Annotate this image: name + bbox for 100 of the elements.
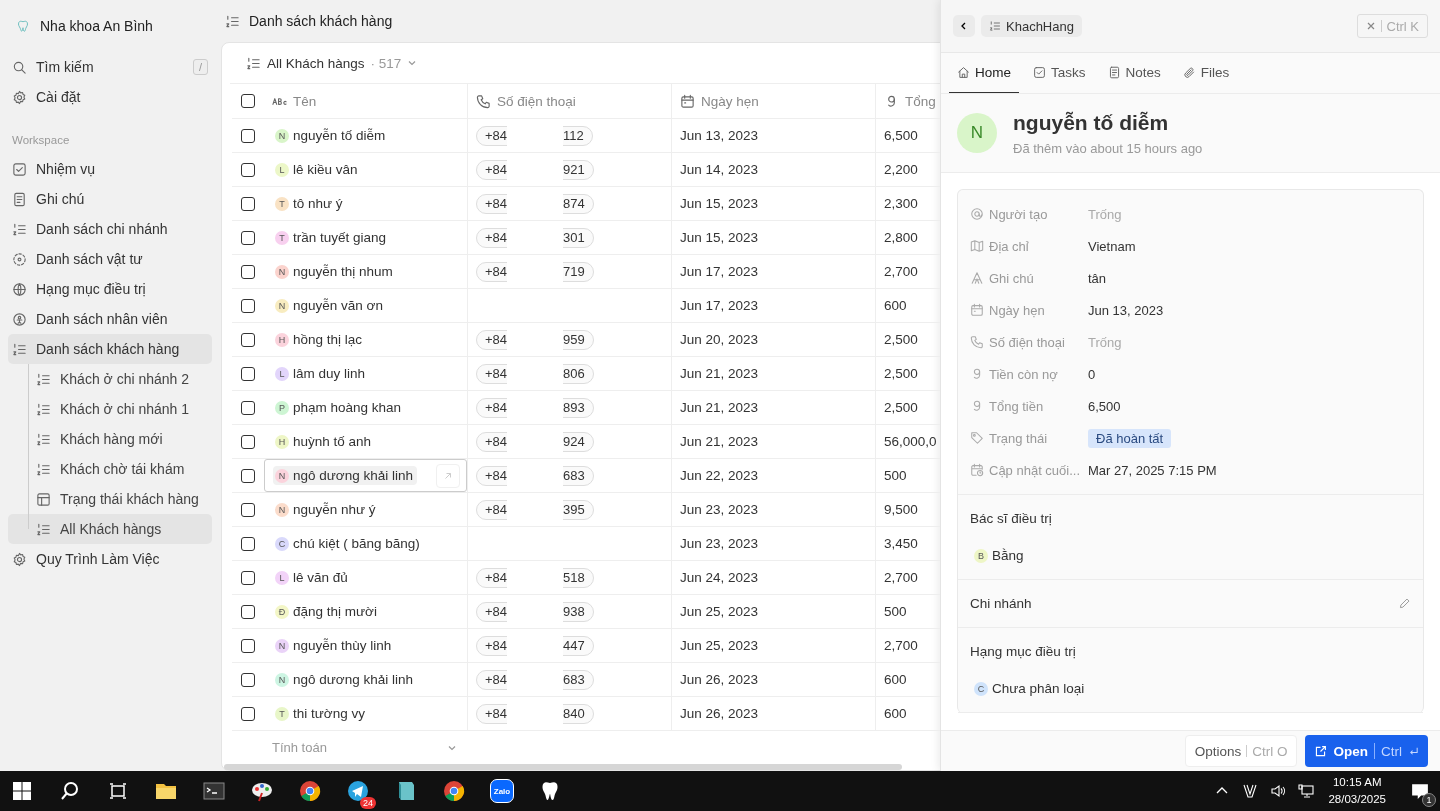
name-cell[interactable]: N nguyễn thùy linh [264,629,467,662]
sidebar-item[interactable]: Nhiệm vụ [8,154,212,184]
checkbox[interactable] [241,332,255,347]
column-header[interactable]: Số điện thoại [468,84,672,118]
volume-icon[interactable] [1270,783,1287,799]
name-cell[interactable]: N nguyễn văn ơn [264,289,467,322]
checkbox[interactable] [241,162,255,177]
related-record-chip[interactable]: C Chưa phân loại [970,681,1089,696]
field-value[interactable]: 6,500 [1088,398,1121,414]
notification-count: 1 [1422,793,1436,807]
name-cell[interactable]: N nguyễn tố diễm [264,119,467,152]
field-value[interactable]: Vietnam [1088,238,1136,254]
sidebar-item[interactable]: Danh sách vật tư [8,244,212,274]
checkbox[interactable] [241,298,255,313]
checkbox[interactable] [241,196,255,211]
checkbox[interactable] [241,672,255,687]
sidebar-item[interactable]: Trạng thái khách hàng [28,484,212,514]
task-view-icon[interactable] [108,781,128,801]
checkbox[interactable] [241,128,255,143]
calendar-icon [970,303,984,317]
checkbox[interactable] [241,230,255,245]
checkbox[interactable] [241,502,255,517]
name-cell[interactable]: Đ đặng thị mười [264,595,467,628]
column-header[interactable]: Tên [264,84,468,118]
checkbox[interactable] [241,468,255,483]
name-cell[interactable]: N ngô dương khải linh [264,459,467,492]
status-tag[interactable]: Đã hoàn tất [1088,428,1172,448]
field-value[interactable]: Mar 27, 2025 7:15 PM [1088,462,1217,478]
sidebar-item[interactable]: Danh sách nhân viên [8,304,212,334]
checkbox[interactable] [241,366,255,381]
tab[interactable]: Tasks [1025,53,1094,93]
v-logo-icon[interactable] [1242,783,1259,799]
field-value[interactable]: tân [1088,270,1107,286]
table-cell: Jun 21, 2023 [672,391,876,424]
view-selector[interactable]: All Khách hàngs · 517 [246,55,418,71]
checkbox[interactable] [241,706,255,721]
options-button[interactable]: Options Ctrl O [1184,735,1298,767]
workspace-name: Nha khoa An Bình [40,18,153,34]
checkbox[interactable] [241,264,255,279]
name-cell[interactable]: H hồng thị lạc [264,323,467,356]
sidebar-item[interactable]: Khách chờ tái khám [28,454,212,484]
tab[interactable]: Home [949,53,1019,93]
notification-icon[interactable] [1411,782,1429,800]
sidebar-item[interactable]: Ghi chú [8,184,212,214]
checkbox[interactable] [241,638,255,653]
sidebar-item[interactable]: Khách ở chi nhánh 2 [28,364,212,394]
name-cell[interactable]: N ngô dương khải linh [264,663,467,696]
name-cell[interactable]: N nguyễn như ý [264,493,467,526]
tab[interactable]: Notes [1099,53,1169,93]
sidebar-item[interactable]: Quy Trình Làm Việc [8,544,212,574]
name-cell[interactable]: T tô như ý [264,187,467,220]
sidebar-item[interactable]: Cài đặt [8,82,212,112]
column-header[interactable]: Tổng [876,84,940,118]
start-button[interactable] [12,781,32,801]
name-cell[interactable]: L lê văn đủ [264,561,467,594]
name-cell[interactable]: L lâm duy linh [264,357,467,390]
clock[interactable]: 10:15 AM 28/03/2025 [1328,774,1386,808]
sidebar-item[interactable]: Danh sách chi nhánh [8,214,212,244]
name-cell[interactable]: N nguyễn thị nhum [264,255,467,288]
sidebar-item[interactable]: Tìm kiếm / [8,52,212,82]
terminal-icon[interactable] [202,779,226,803]
network-icon[interactable] [1298,783,1315,799]
name-cell[interactable]: H huỳnh tố anh [264,425,467,458]
name-cell[interactable]: P phạm hoàng khan [264,391,467,424]
search-icon[interactable] [60,781,80,801]
name-cell[interactable]: C chú kiệt ( băng băng) [264,527,467,560]
open-button[interactable]: Open Ctrl [1305,735,1428,767]
scrollbar[interactable] [224,764,902,770]
checkbox[interactable] [241,400,255,415]
checkbox[interactable] [241,570,255,585]
sidebar-item[interactable]: Danh sách khách hàng [8,334,212,364]
sidebar-item[interactable]: All Khách hàngs [8,514,212,544]
chat-app-icon[interactable]: Zalo [490,779,514,803]
field-value[interactable]: 0 [1088,366,1096,382]
customer-name: hồng thị lạc [293,332,363,347]
browser-icon[interactable] [442,779,466,803]
related-record-chip[interactable]: B Bằng [970,548,1028,563]
record-subtitle: Đã thêm vào about 15 hours ago [1013,140,1203,156]
field-label: Số điện thoại [970,334,1088,350]
sidebar-item[interactable]: Khách ở chi nhánh 1 [28,394,212,424]
name-cell[interactable]: L lê kiều vân [264,153,467,186]
tab[interactable]: Files [1174,53,1238,93]
breadcrumb-button[interactable]: KhachHang [981,15,1082,37]
name-cell[interactable]: T thi tường vy [264,697,467,730]
checkbox[interactable] [241,434,255,449]
pencil-icon[interactable] [1398,597,1411,610]
checkbox[interactable] [241,604,255,619]
table-cell: Jun 21, 2023 [672,357,876,390]
column-header[interactable]: Ngày hẹn [672,84,876,118]
sidebar-item[interactable]: Hạng mục điều trị [8,274,212,304]
name-cell[interactable]: T trần tuyết giang [264,221,467,254]
checkbox[interactable] [241,536,255,551]
browser-icon[interactable] [298,779,322,803]
avatar: T [275,706,289,721]
field-value[interactable]: Jun 13, 2023 [1088,302,1164,318]
section-label: Workspace [12,134,71,146]
sidebar-item[interactable]: Khách hàng mới [28,424,212,454]
checkbox[interactable] [241,94,255,108]
customer-name: lâm duy linh [293,366,366,381]
back-button[interactable] [953,15,975,37]
